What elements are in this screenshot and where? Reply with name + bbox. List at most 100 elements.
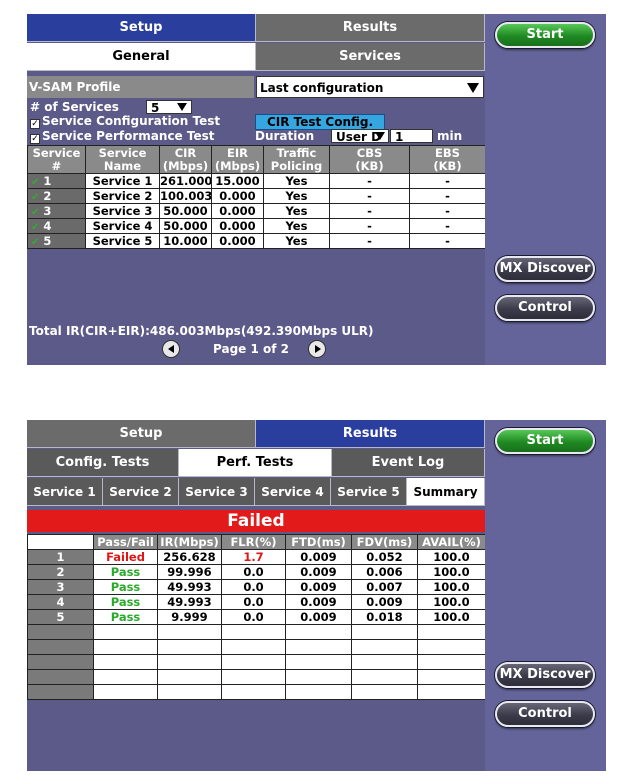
cbs-cell[interactable]: - bbox=[329, 203, 410, 219]
column-header[interactable]: FTD(ms) bbox=[285, 534, 352, 550]
service-number-cell[interactable]: ✔ 5 bbox=[27, 233, 86, 249]
service-number-cell[interactable]: ✔ 3 bbox=[27, 203, 86, 219]
column-header[interactable]: Service Name bbox=[85, 145, 160, 174]
empty-cell bbox=[221, 624, 286, 640]
eir-cell[interactable]: 0.000 bbox=[211, 188, 264, 204]
service-config-test-checkbox[interactable]: ✓ Service Configuration Test bbox=[30, 114, 220, 129]
mx-discover-button[interactable]: MX Discover bbox=[495, 662, 595, 688]
policing-cell[interactable]: Yes bbox=[263, 233, 330, 249]
table-row[interactable]: ✔ 5 Service 5 10.000 0.000 Yes - - bbox=[27, 233, 486, 249]
column-header[interactable]: Service # bbox=[27, 145, 86, 174]
table-row[interactable]: 2 Pass 99.996 0.0 0.009 0.006 100.0 bbox=[27, 564, 486, 580]
tab-setup[interactable]: Setup bbox=[27, 14, 256, 42]
flr-cell: 0.0 bbox=[221, 579, 286, 595]
column-header[interactable]: CBS (KB) bbox=[329, 145, 410, 174]
check-icon: ✔ bbox=[31, 192, 40, 203]
eir-cell[interactable]: 15.000 bbox=[211, 173, 264, 189]
tab-services[interactable]: Services bbox=[256, 43, 485, 71]
control-button[interactable]: Control bbox=[495, 701, 595, 727]
policing-cell[interactable]: Yes bbox=[263, 173, 330, 189]
total-ir-text: Total IR(CIR+EIR):486.003Mbps(492.390Mbp… bbox=[29, 324, 374, 338]
service-number-cell[interactable]: ✔ 2 bbox=[27, 188, 86, 204]
service-number-cell[interactable]: ✔ 1 bbox=[27, 173, 86, 189]
tab-service-5[interactable]: Service 5 bbox=[331, 478, 407, 506]
tab-results[interactable]: Results bbox=[256, 420, 485, 448]
start-button[interactable]: Start bbox=[495, 428, 595, 454]
column-header[interactable]: AVAIL(%) bbox=[417, 534, 486, 550]
policing-cell[interactable]: Yes bbox=[263, 218, 330, 234]
duration-input[interactable]: 1 bbox=[390, 129, 433, 144]
column-header[interactable]: EBS (KB) bbox=[409, 145, 486, 174]
duration-unit-select[interactable]: User D bbox=[331, 129, 389, 144]
cbs-cell[interactable]: - bbox=[329, 218, 410, 234]
tab-perf-tests[interactable]: Perf. Tests bbox=[179, 449, 332, 477]
policing-cell[interactable]: Yes bbox=[263, 188, 330, 204]
table-header-row: Service # Service Name CIR (Mbps) EIR (Mbps)… bbox=[27, 145, 486, 174]
cir-cell[interactable]: 100.003 bbox=[159, 188, 212, 204]
service-name-cell[interactable]: Service 3 bbox=[85, 203, 160, 219]
result-cell: Pass bbox=[93, 594, 158, 610]
table-row[interactable]: 1 Failed 256.628 1.7 0.009 0.052 100.0 bbox=[27, 549, 486, 565]
tab-general[interactable]: General bbox=[27, 43, 256, 71]
cbs-cell[interactable]: - bbox=[329, 188, 410, 204]
service-name-cell[interactable]: Service 1 bbox=[85, 173, 160, 189]
eir-cell[interactable]: 0.000 bbox=[211, 203, 264, 219]
column-header[interactable]: FLR(%) bbox=[221, 534, 286, 550]
column-header[interactable]: Pass/Fail bbox=[93, 534, 158, 550]
tab-service-4[interactable]: Service 4 bbox=[255, 478, 331, 506]
cbs-cell[interactable]: - bbox=[329, 233, 410, 249]
row-index bbox=[27, 624, 94, 640]
prev-page-button[interactable] bbox=[162, 340, 180, 358]
cir-test-config-button[interactable]: CIR Test Config. bbox=[255, 114, 385, 130]
service-number-cell[interactable]: ✔ 4 bbox=[27, 218, 86, 234]
control-button[interactable]: Control bbox=[495, 295, 595, 321]
ebs-cell[interactable]: - bbox=[409, 203, 486, 219]
tab-config-tests[interactable]: Config. Tests bbox=[27, 449, 179, 477]
eir-cell[interactable]: 0.000 bbox=[211, 233, 264, 249]
table-row[interactable]: ✔ 4 Service 4 50.000 0.000 Yes - - bbox=[27, 218, 486, 234]
column-header[interactable]: EIR (Mbps) bbox=[211, 145, 264, 174]
table-row[interactable]: 5 Pass 9.999 0.0 0.009 0.018 100.0 bbox=[27, 609, 486, 625]
policing-cell[interactable]: Yes bbox=[263, 203, 330, 219]
empty-cell bbox=[157, 654, 222, 670]
column-header[interactable]: FDV(ms) bbox=[351, 534, 418, 550]
ebs-cell[interactable]: - bbox=[409, 233, 486, 249]
tab-event-log[interactable]: Event Log bbox=[332, 449, 485, 477]
service-perf-test-checkbox[interactable]: ✓ Service Performance Test bbox=[30, 129, 214, 144]
table-row[interactable]: ✔ 3 Service 3 50.000 0.000 Yes - - bbox=[27, 203, 486, 219]
tab-service-1[interactable]: Service 1 bbox=[27, 478, 103, 506]
side-panel: Start MX Discover Control bbox=[485, 14, 606, 365]
next-page-button[interactable] bbox=[308, 340, 326, 358]
cir-cell[interactable]: 50.000 bbox=[159, 218, 212, 234]
tab-service-2[interactable]: Service 2 bbox=[103, 478, 179, 506]
column-header[interactable]: Traffic Policing bbox=[263, 145, 330, 174]
start-button[interactable]: Start bbox=[495, 22, 595, 48]
num-services-select[interactable]: 5 bbox=[146, 100, 192, 115]
vsam-profile-select[interactable]: Last configuration bbox=[256, 76, 484, 98]
service-name-cell[interactable]: Service 2 bbox=[85, 188, 160, 204]
vsam-profile-value: Last configuration bbox=[260, 81, 384, 95]
fdv-cell: 0.007 bbox=[351, 579, 418, 595]
tab-results[interactable]: Results bbox=[256, 14, 485, 42]
table-row[interactable]: ✔ 1 Service 1 261.000 15.000 Yes - - bbox=[27, 173, 486, 189]
column-header[interactable]: CIR (Mbps) bbox=[159, 145, 212, 174]
column-header[interactable]: IR(Mbps) bbox=[157, 534, 222, 550]
empty-cell bbox=[417, 639, 486, 655]
cir-cell[interactable]: 10.000 bbox=[159, 233, 212, 249]
cbs-cell[interactable]: - bbox=[329, 173, 410, 189]
service-name-cell[interactable]: Service 5 bbox=[85, 233, 160, 249]
ebs-cell[interactable]: - bbox=[409, 188, 486, 204]
mx-discover-button[interactable]: MX Discover bbox=[495, 256, 595, 282]
tab-setup[interactable]: Setup bbox=[27, 420, 256, 448]
table-row[interactable]: ✔ 2 Service 2 100.003 0.000 Yes - - bbox=[27, 188, 486, 204]
cir-cell[interactable]: 261.000 bbox=[159, 173, 212, 189]
ebs-cell[interactable]: - bbox=[409, 218, 486, 234]
service-name-cell[interactable]: Service 4 bbox=[85, 218, 160, 234]
eir-cell[interactable]: 0.000 bbox=[211, 218, 264, 234]
cir-cell[interactable]: 50.000 bbox=[159, 203, 212, 219]
tab-summary[interactable]: Summary bbox=[407, 478, 485, 506]
ebs-cell[interactable]: - bbox=[409, 173, 486, 189]
table-row[interactable]: 4 Pass 49.993 0.0 0.009 0.009 100.0 bbox=[27, 594, 486, 610]
tab-service-3[interactable]: Service 3 bbox=[179, 478, 255, 506]
table-row[interactable]: 3 Pass 49.993 0.0 0.009 0.007 100.0 bbox=[27, 579, 486, 595]
